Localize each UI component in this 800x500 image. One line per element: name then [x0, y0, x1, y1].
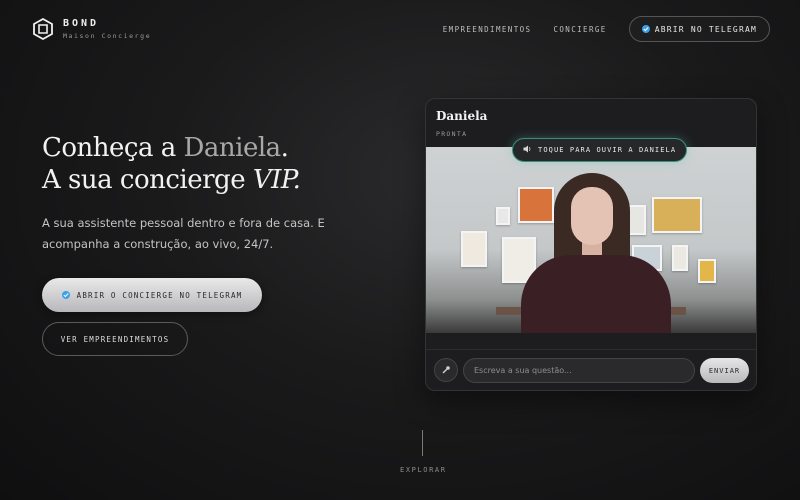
nav-link-empreendimentos[interactable]: EMPREENDIMENTOS — [443, 25, 532, 34]
concierge-card: Daniela PRONTA TOQUE PARA OUVIR A DANIEL… — [425, 98, 757, 391]
concierge-status: PRONTA — [436, 130, 468, 138]
brand-name: BOND — [63, 18, 100, 29]
top-nav: EMPREENDIMENTOS CONCIERGE ABRIR NO TELEG… — [443, 16, 770, 42]
brand-logo[interactable]: BOND Maison Concierge — [32, 18, 151, 40]
nav-link-concierge[interactable]: CONCIERGE — [553, 25, 606, 34]
hero-title-vip: VIP. — [252, 165, 301, 195]
view-developments-button[interactable]: VER EMPREENDIMENTOS — [42, 322, 188, 356]
tap-to-listen-label: TOQUE PARA OUVIR A DANIELA — [538, 146, 677, 154]
question-input[interactable] — [463, 358, 695, 383]
wall-frame — [698, 259, 716, 283]
concierge-video[interactable] — [426, 147, 756, 333]
wall-frame — [496, 207, 510, 225]
wall-frame — [652, 197, 702, 233]
avatar-body — [521, 255, 671, 333]
scroll-indicator-line — [422, 430, 423, 456]
open-concierge-label: ABRIR O CONCIERGE NO TELEGRAM — [76, 290, 243, 300]
send-button[interactable]: ENVIAR — [700, 358, 749, 383]
hero-title: Conheça a Daniela. A sua concierge VIP. — [42, 132, 301, 196]
explore-link[interactable]: EXPLORAR — [400, 466, 447, 474]
open-telegram-button[interactable]: ABRIR NO TELEGRAM — [628, 16, 770, 42]
question-bar: ENVIAR — [426, 349, 756, 390]
open-telegram-label: ABRIR NO TELEGRAM — [654, 24, 757, 34]
hero-title-period: . — [280, 133, 289, 163]
wall-frame — [461, 231, 487, 267]
concierge-name: Daniela — [436, 109, 488, 123]
avatar-face — [571, 187, 613, 245]
tap-to-listen-button[interactable]: TOQUE PARA OUVIR A DANIELA — [512, 138, 688, 162]
microphone-icon — [442, 366, 450, 374]
hero-title-prefix: Conheça a — [42, 133, 184, 163]
telegram-icon — [641, 25, 650, 33]
brand-tagline: Maison Concierge — [63, 32, 152, 40]
wall-frame — [672, 245, 688, 271]
hero-description: A sua assistente pessoal dentro e fora d… — [42, 216, 325, 251]
hexagon-logo-icon — [32, 18, 54, 40]
hero-title-line2: A sua concierge — [42, 165, 253, 195]
hero-title-name: Daniela — [183, 133, 282, 163]
wall-frame — [518, 187, 554, 223]
microphone-button[interactable] — [434, 358, 458, 382]
telegram-icon — [61, 291, 70, 299]
open-concierge-telegram-button[interactable]: ABRIR O CONCIERGE NO TELEGRAM — [42, 278, 262, 312]
speaker-icon — [523, 145, 532, 155]
